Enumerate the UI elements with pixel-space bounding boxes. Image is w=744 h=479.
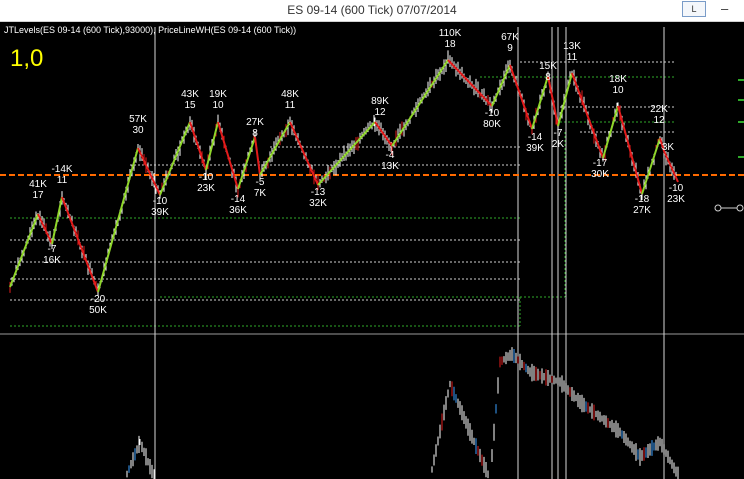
swing-label: 7K <box>254 188 267 199</box>
swing-label: 17 <box>32 190 44 201</box>
swing-label: -10 <box>199 172 214 183</box>
swing-label: -14 <box>231 194 246 205</box>
swing-label: 57K <box>129 114 147 125</box>
swing-label: 18K <box>609 74 627 85</box>
swing-label: 11 <box>285 100 296 111</box>
swing-label: 39K <box>151 207 169 218</box>
swing-label: 30K <box>591 169 609 180</box>
swing-label: 89K <box>371 96 389 107</box>
swing-label: 10 <box>212 100 224 111</box>
window-title: ES 09-14 (600 Tick) 07/07/2014 <box>287 3 457 17</box>
swing-label: -18 <box>635 194 650 205</box>
swing-label: 27K <box>246 117 264 128</box>
corner-label: 1,0 <box>10 45 43 72</box>
swing-label: 13K <box>381 161 399 172</box>
window-layout-button[interactable]: L <box>682 1 706 17</box>
swing-label: -4 <box>386 150 395 161</box>
swing-label: 23K <box>667 194 685 205</box>
swing-label: 39K <box>526 143 544 154</box>
swing-label: 36K <box>229 205 247 216</box>
swing-label: -13 <box>311 187 326 198</box>
swing-label: 15K <box>539 61 557 72</box>
swing-label: 110K <box>439 28 462 39</box>
swing-label: 43K <box>181 89 199 100</box>
swing-label: 13K <box>563 41 581 52</box>
indicator-label: JTLevels(ES 09-14 (600 Tick),93000), Pri… <box>4 25 296 35</box>
swing-label: -5 <box>256 177 265 188</box>
swing-label: -14 <box>528 132 543 143</box>
swing-label: 16K <box>43 255 61 266</box>
swing-label: 12 <box>374 107 386 118</box>
chart-background <box>0 22 744 479</box>
swing-label: 15 <box>184 100 196 111</box>
swing-label: 23K <box>197 183 215 194</box>
swing-label: 11 <box>567 52 578 63</box>
swing-label: 80K <box>483 119 501 130</box>
swing-label: 8 <box>252 128 258 139</box>
swing-label: 27K <box>633 205 651 216</box>
swing-label: 22K <box>650 104 668 115</box>
swing-label: 32K <box>309 198 327 209</box>
swing-label: -17 <box>593 158 608 169</box>
swing-label: 2K <box>552 139 565 150</box>
swing-label: 50K <box>89 305 107 316</box>
swing-label: 11 <box>57 175 68 186</box>
swing-label: -10 <box>153 196 168 207</box>
swing-label: -14K <box>51 164 72 175</box>
swing-label: -7 <box>554 128 563 139</box>
swing-label: 9 <box>507 43 513 54</box>
swing-label: 3K <box>662 142 675 153</box>
swing-label: -10 <box>669 183 684 194</box>
swing-label: 12 <box>653 115 665 126</box>
swing-label: 30 <box>132 125 144 136</box>
swing-label: 41K <box>29 179 47 190</box>
swing-label: 8 <box>545 72 551 83</box>
swing-label: -10 <box>485 108 500 119</box>
swing-label: -7 <box>48 244 57 255</box>
swing-label: 19K <box>209 89 227 100</box>
swing-label: 18 <box>444 39 456 50</box>
swing-label: 67K <box>501 32 519 43</box>
minimize-button[interactable]: – <box>721 1 728 16</box>
price-chart[interactable]: 41K17-716K-14K11-2050K57K30-1039K43K15-1… <box>0 22 744 479</box>
swing-label: 10 <box>612 85 624 96</box>
swing-label: -20 <box>91 294 106 305</box>
swing-label: 48K <box>281 89 299 100</box>
window-titlebar: ES 09-14 (600 Tick) 07/07/2014 L – <box>0 0 744 22</box>
